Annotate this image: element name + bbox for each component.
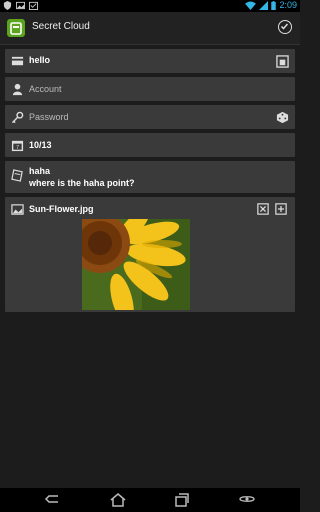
account-placeholder: Account xyxy=(29,84,62,94)
clock: 2:09 xyxy=(279,0,297,10)
dice-icon[interactable] xyxy=(276,111,289,124)
attachment-card: Sun-Flower.jpg xyxy=(5,197,295,312)
image-icon xyxy=(11,204,24,215)
password-field[interactable]: Password xyxy=(5,105,295,129)
system-icons: 2:09 xyxy=(245,0,297,10)
wifi-icon xyxy=(245,0,257,10)
key-icon xyxy=(11,111,24,124)
person-icon xyxy=(12,83,23,96)
add-icon[interactable] xyxy=(275,203,287,215)
signal-icon xyxy=(259,0,269,10)
menu-icon[interactable] xyxy=(238,492,256,508)
app-logo-icon[interactable] xyxy=(7,19,25,37)
card-icon xyxy=(11,56,24,66)
attachment-name: Sun-Flower.jpg xyxy=(29,204,94,214)
calendar-icon: 7 xyxy=(11,140,24,151)
status-bar: 2:09 xyxy=(0,0,300,12)
sunflower-image[interactable] xyxy=(82,219,190,310)
recents-icon[interactable] xyxy=(173,492,191,508)
note-body: where is the haha point? xyxy=(29,178,135,188)
note-title: haha xyxy=(29,166,51,176)
image-icon xyxy=(16,1,25,10)
home-icon[interactable] xyxy=(109,492,127,508)
title-value: hello xyxy=(29,55,51,65)
done-check-icon xyxy=(280,23,289,30)
date-value: 10/13 xyxy=(29,140,52,150)
done-button[interactable] xyxy=(278,20,292,34)
back-icon[interactable] xyxy=(44,492,62,508)
battery-icon xyxy=(271,0,277,10)
page-title: Secret Cloud xyxy=(32,21,90,32)
notification-icons xyxy=(3,1,38,10)
preview-icon[interactable] xyxy=(276,55,289,68)
note-field[interactable]: haha where is the haha point? xyxy=(5,161,295,193)
calendar-check-icon xyxy=(29,1,38,10)
password-placeholder: Password xyxy=(29,112,69,122)
date-field[interactable]: 7 10/13 xyxy=(5,133,295,157)
navigation-bar xyxy=(0,488,300,512)
title-field[interactable]: hello xyxy=(5,49,295,73)
delete-icon[interactable] xyxy=(257,203,269,215)
shield-check-icon xyxy=(3,1,12,10)
svg-text:7: 7 xyxy=(16,145,19,151)
action-bar: Secret Cloud xyxy=(0,12,300,45)
note-icon xyxy=(11,169,23,182)
account-field[interactable]: Account xyxy=(5,77,295,101)
